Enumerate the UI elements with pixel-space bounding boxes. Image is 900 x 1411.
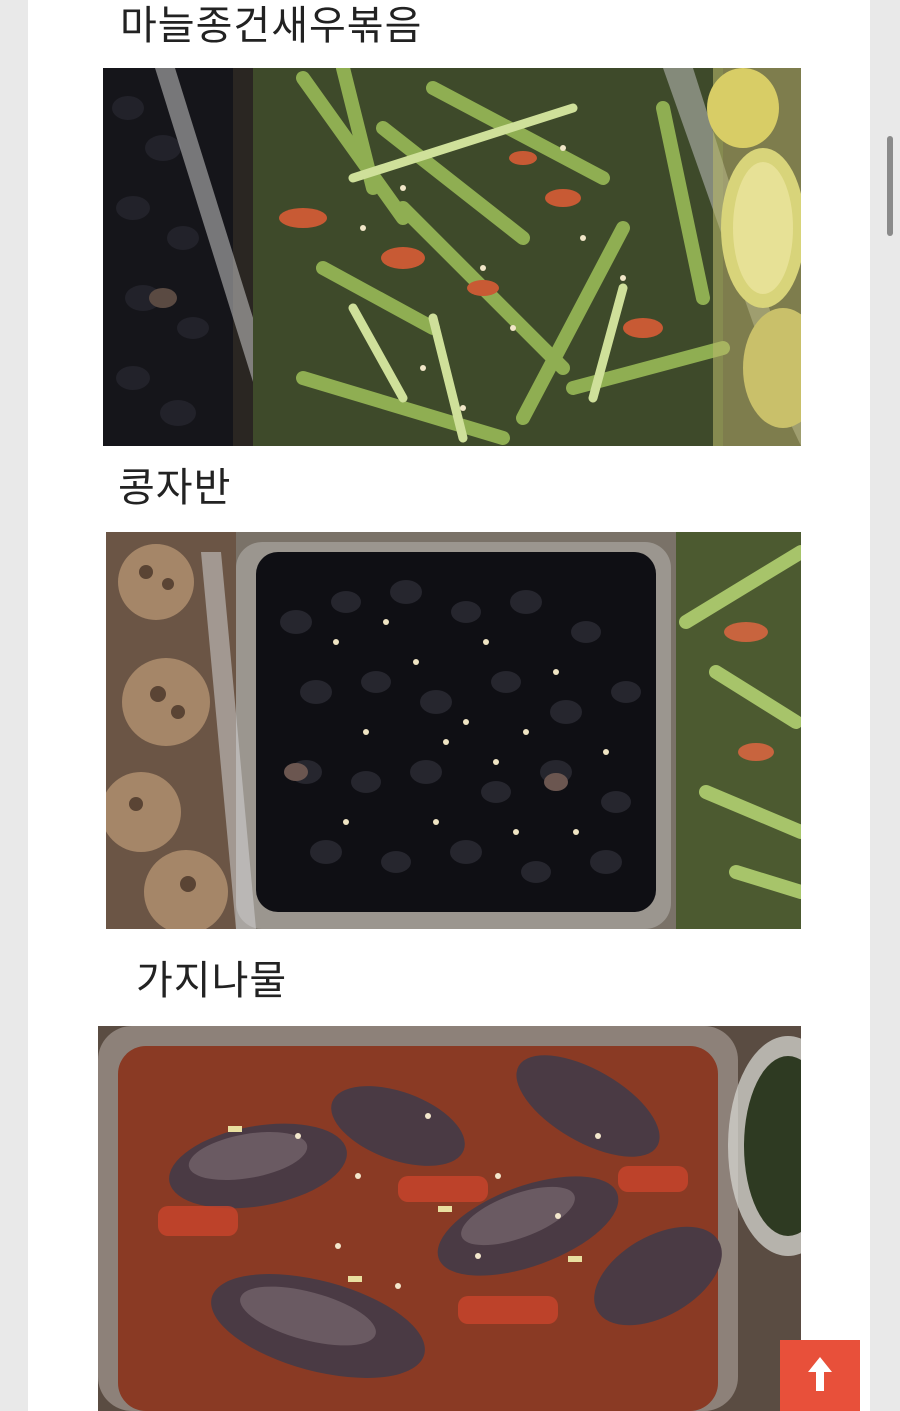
- dish-title-braised-black-beans: 콩자반: [118, 465, 232, 511]
- article-content: 마늘종건새우볶음 콩자반 가지나물: [28, 0, 870, 1411]
- garlic-scape-shrimp-photo: [103, 68, 801, 446]
- dish-title-eggplant-namul: 가지나물: [136, 958, 288, 1004]
- braised-black-beans-photo: [106, 532, 801, 929]
- dish-title-garlic-scape-shrimp: 마늘종건새우볶음: [120, 3, 423, 49]
- scrollbar-thumb[interactable]: [887, 136, 893, 236]
- scroll-to-top-button[interactable]: [780, 1340, 860, 1411]
- arrow-up-icon: [807, 1355, 833, 1396]
- eggplant-namul-photo: [98, 1026, 801, 1411]
